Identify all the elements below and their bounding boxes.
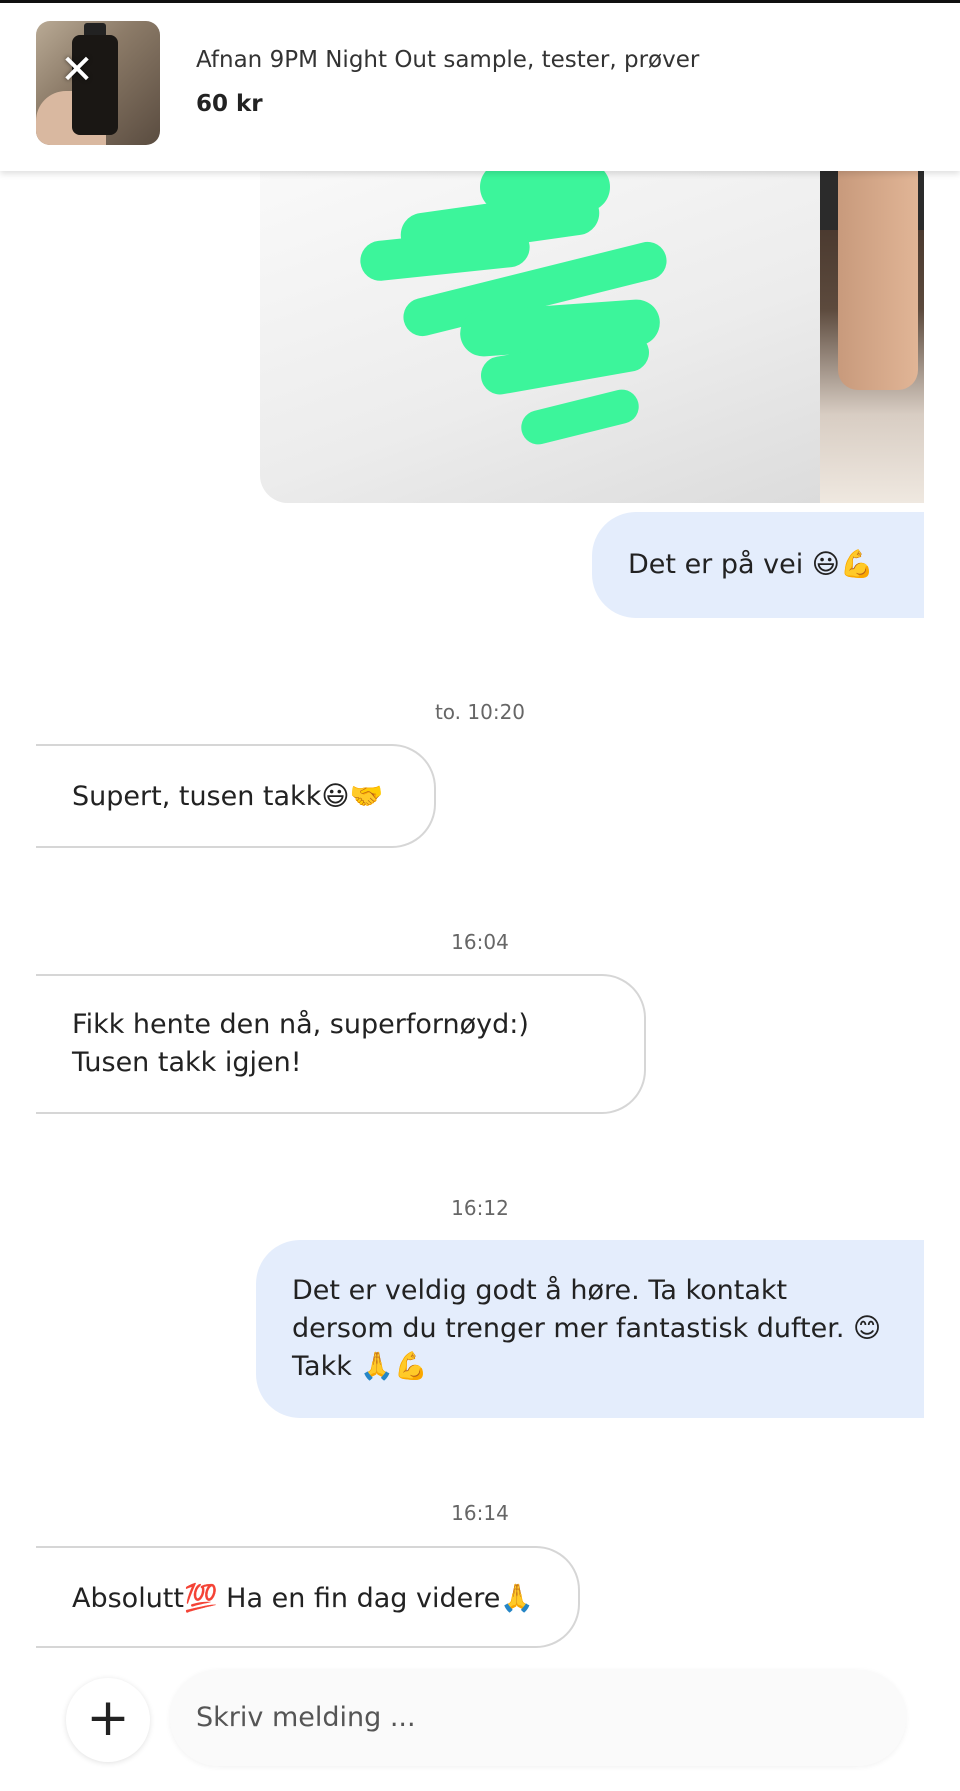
message-text: Absolutt💯 Ha en fin dag videre🙏 [72, 1583, 534, 1614]
message-timestamp: 16:12 [451, 1196, 509, 1220]
message-timestamp: to. 10:20 [434, 700, 526, 724]
leg-image [838, 150, 918, 390]
message-text: Supert, tusen takk😃🤝 [72, 781, 384, 812]
message-timestamp: 16:04 [451, 930, 509, 954]
message-incoming[interactable]: Supert, tusen takk😃🤝 [36, 744, 436, 848]
message-outgoing[interactable]: Det er veldig godt å høre. Ta kontakt de… [256, 1240, 924, 1418]
listing-price: 60 kr [196, 91, 263, 117]
message-text: Fikk hente den nå, superfornøyd:) Tusen … [72, 1009, 529, 1078]
message-text: Det er på vei 😃💪 [628, 549, 874, 580]
message-input[interactable]: Skriv melding ... [170, 1670, 906, 1766]
close-icon[interactable]: ✕ [56, 49, 98, 91]
listing-header[interactable]: ✕ Afnan 9PM Night Out sample, tester, pr… [0, 3, 960, 171]
add-attachment-button[interactable]: + [66, 1678, 150, 1762]
message-incoming[interactable]: Absolutt💯 Ha en fin dag videre🙏 [36, 1546, 580, 1648]
message-outgoing[interactable]: Det er på vei 😃💪 [592, 512, 924, 618]
message-timestamp: 16:14 [451, 1501, 509, 1525]
shared-photo[interactable] [260, 150, 924, 503]
message-incoming[interactable]: Fikk hente den nå, superfornøyd:) Tusen … [36, 974, 646, 1114]
message-text: Det er veldig godt å høre. Ta kontakt de… [292, 1275, 882, 1382]
listing-title[interactable]: Afnan 9PM Night Out sample, tester, prøv… [196, 47, 699, 73]
listing-thumbnail[interactable]: ✕ [36, 21, 160, 145]
